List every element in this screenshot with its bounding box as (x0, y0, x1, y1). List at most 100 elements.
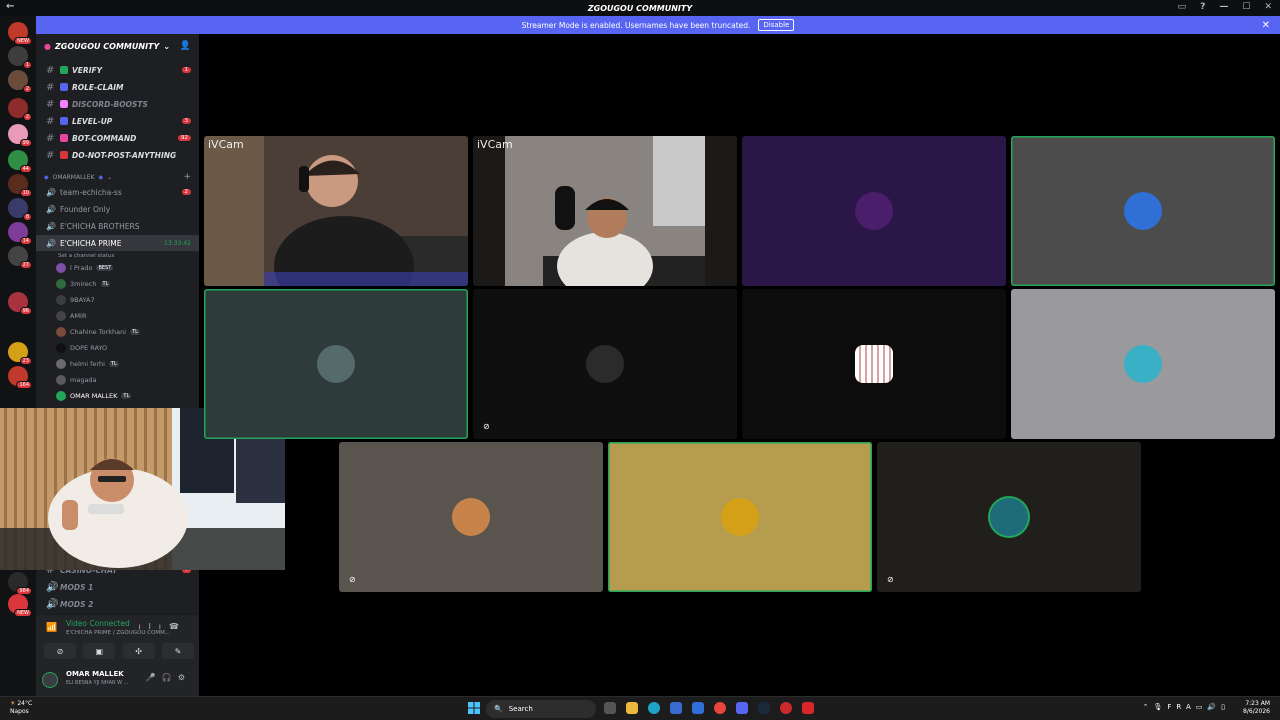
language-indicator[interactable]: FRA (1167, 703, 1195, 711)
server-icon[interactable]: NEW (8, 22, 32, 45)
voice-status-title: Video Connected (66, 619, 130, 628)
discord-icon[interactable] (736, 702, 748, 714)
avatar[interactable] (42, 672, 58, 688)
channel-role-claim[interactable]: # ROLE-CLAIM (36, 79, 199, 95)
channel-level-up[interactable]: # LEVEL-UP 3 (36, 113, 199, 129)
channel-emoji-icon (60, 100, 68, 108)
server-icon[interactable]: NEW (8, 594, 32, 617)
video-tile[interactable]: ⊘ (339, 442, 603, 592)
app-icon[interactable] (802, 702, 814, 714)
server-icon[interactable]: 10 (8, 174, 32, 197)
voice-member[interactable]: Chahine Torkhani TL (56, 324, 199, 340)
edge-icon[interactable] (648, 702, 660, 714)
video-tile[interactable] (204, 289, 468, 439)
chevron-up-icon[interactable]: ⌃ (1143, 703, 1154, 711)
network-icon[interactable]: ▭ (1196, 703, 1208, 711)
server-icon[interactable]: 164 (8, 366, 32, 389)
app-icon[interactable] (780, 702, 792, 714)
server-icon[interactable]: 44 (8, 150, 32, 173)
minimize-button[interactable]: — (1219, 2, 1228, 12)
video-tile[interactable] (742, 289, 1006, 439)
channel-discord-boosts[interactable]: # DISCORD-BOOSTS (36, 96, 199, 112)
member-tag: TL (130, 329, 140, 335)
close-button[interactable]: ✕ (1264, 2, 1272, 12)
steam-icon[interactable] (758, 702, 770, 714)
server-icon[interactable]: 14 (8, 222, 32, 245)
voice-member[interactable]: 9BAYA7 (56, 292, 199, 308)
mail-icon[interactable] (692, 702, 704, 714)
weather-widget[interactable]: ☀ 24°C Napos (10, 700, 32, 716)
close-banner-icon[interactable]: ✕ (1262, 20, 1270, 31)
avatar (452, 498, 490, 536)
server-icon[interactable]: 23 (8, 342, 32, 365)
taskbar-clock[interactable]: 7:23 AM 8/6/2026 (1243, 700, 1270, 716)
noise-suppression-icon[interactable]: ılı (138, 622, 169, 631)
clock-time: 7:23 AM (1245, 700, 1270, 707)
inbox-icon[interactable]: ▭ (1178, 2, 1187, 12)
channel-verify[interactable]: # VERIFY 1 (36, 62, 199, 78)
video-tile[interactable] (1011, 136, 1275, 286)
server-icon[interactable]: 2 (8, 98, 32, 121)
channel-do-not-post-anything[interactable]: # DO-NOT-POST-ANYTHING (36, 147, 199, 163)
title-bar: ← ZGOUGOU COMMUNITY ▭ ? — ☐ ✕ (0, 0, 1280, 16)
mic-icon[interactable]: 🎤 (146, 673, 162, 682)
voice-channel[interactable]: 🔊 team-echicha-ss 2 (36, 184, 199, 200)
maximize-button[interactable]: ☐ (1242, 2, 1250, 12)
server-icon[interactable]: 2 (8, 70, 32, 93)
video-tile[interactable] (1011, 289, 1275, 439)
weather-place: Napos (10, 708, 29, 715)
video-tile[interactable] (742, 136, 1006, 286)
help-icon[interactable]: ? (1200, 2, 1205, 12)
screen-share-button[interactable]: ▣ (83, 643, 116, 659)
activities-button[interactable]: ✣ (122, 643, 155, 659)
voice-member[interactable]: l Prado BEST (56, 260, 199, 276)
voice-member[interactable]: magada (56, 372, 199, 388)
task-view-icon[interactable] (604, 702, 616, 714)
voice-member[interactable]: helmi ferhi TL (56, 356, 199, 372)
chrome-icon[interactable] (714, 702, 726, 714)
video-tile[interactable] (608, 442, 872, 592)
voice-member[interactable]: DOPE RAYO (56, 340, 199, 356)
video-tile[interactable]: ⊘ (877, 442, 1141, 592)
voice-member[interactable]: 3mirech TL (56, 276, 199, 292)
channel-mods-1[interactable]: 🔊 MODS 1 (36, 579, 199, 595)
file-explorer-icon[interactable] (626, 702, 638, 714)
server-icon[interactable]: 8 (8, 198, 32, 221)
video-tile[interactable]: ⊘ (473, 289, 737, 439)
server-icon[interactable]: 96 (8, 292, 32, 315)
channel-mods-2[interactable]: 🔊 MODS 2 (36, 596, 199, 612)
voice-member[interactable]: OMAR MALLEK TL (56, 388, 199, 404)
member-tag: BEST (96, 265, 114, 271)
store-icon[interactable] (670, 702, 682, 714)
voice-channel[interactable]: 🔊 E'CHICHA BROTHERS (36, 218, 199, 234)
video-tile[interactable]: iVCam (204, 136, 468, 286)
add-user-icon[interactable]: 👤 (180, 41, 191, 51)
member-name: AMIR (70, 312, 87, 320)
voice-channel[interactable]: 🔊 E'CHICHA PRIME 13:33:42 (36, 235, 199, 251)
gear-icon[interactable]: ⚙ (178, 673, 191, 682)
add-channel-icon[interactable]: + (183, 172, 191, 182)
video-tile[interactable]: iVCam (473, 136, 737, 286)
server-icon[interactable]: 27 (8, 246, 32, 269)
avatar (317, 345, 355, 383)
server-icon[interactable]: 1 (8, 46, 32, 69)
server-icon[interactable]: 984 (8, 572, 32, 595)
taskbar-search[interactable]: 🔍 Search (486, 700, 596, 718)
battery-icon[interactable]: ▯ (1221, 703, 1230, 711)
voice-channel[interactable]: 🔊 Founder Only (36, 201, 199, 217)
category-header[interactable]: ◆ OMARMALLEK ◆ ⌄ + (36, 170, 199, 184)
camera-off-button[interactable]: ⊘ (44, 643, 76, 659)
soundboard-button[interactable]: ✎ (161, 643, 194, 659)
mic-icon[interactable]: 🎙 (1154, 703, 1168, 711)
voice-member[interactable]: AMIR (56, 308, 199, 324)
guild-header[interactable]: ● ZGOUGOU COMMUNITY ⌄ 👤 (36, 34, 199, 58)
signal-icon[interactable]: 📶 (46, 623, 57, 633)
disconnect-icon[interactable]: ☎ (169, 622, 187, 631)
windows-start-icon[interactable] (468, 702, 480, 714)
headphones-icon[interactable]: 🎧 (162, 673, 178, 682)
server-icon[interactable]: 99 (8, 124, 32, 147)
volume-icon[interactable]: 🔊 (1207, 703, 1221, 711)
disable-streamer-button[interactable]: Disable (758, 19, 795, 31)
back-icon[interactable]: ← (6, 1, 14, 12)
channel-bot-command[interactable]: # BOT-COMMAND 92 (36, 130, 199, 146)
